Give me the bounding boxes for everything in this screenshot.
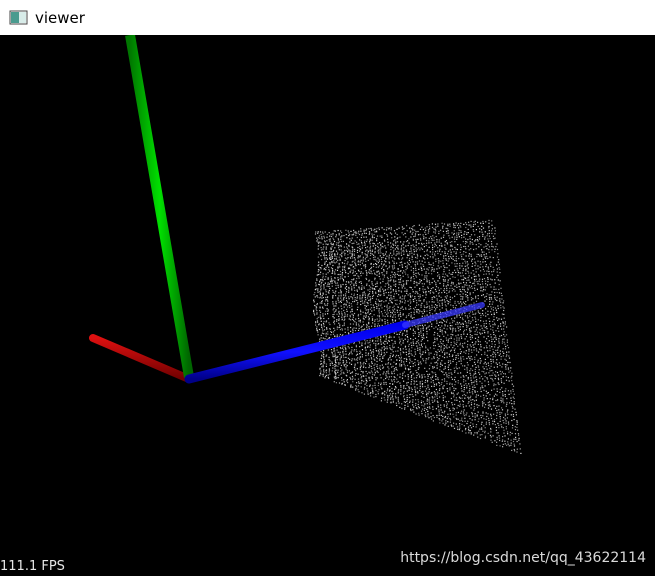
fps-counter: 111.1 FPS — [0, 559, 65, 574]
3d-viewport[interactable]: 111.1 FPS https://blog.csdn.net/qq_43622… — [0, 35, 655, 576]
y-axis — [125, 35, 194, 378]
window-title: viewer — [35, 8, 85, 27]
window-titlebar: viewer — [0, 0, 655, 35]
watermark: https://blog.csdn.net/qq_43622114 — [400, 550, 646, 566]
scene-canvas — [89, 35, 522, 454]
z-axis-through-cloud — [402, 302, 485, 328]
x-axis — [89, 334, 193, 383]
app-window-icon — [9, 9, 29, 27]
